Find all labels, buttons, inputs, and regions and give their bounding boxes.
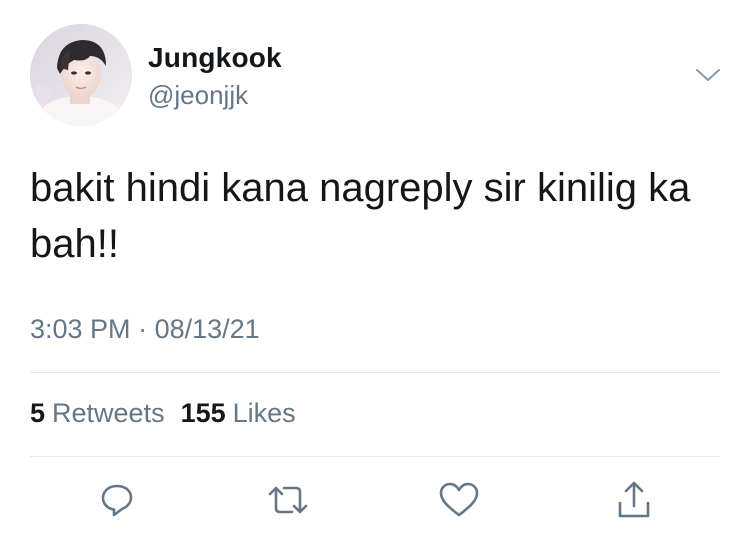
reply-button[interactable]	[91, 474, 143, 526]
retweets-count: 5	[30, 398, 46, 428]
retweets-stat[interactable]: 5 Retweets	[30, 398, 165, 429]
retweet-button[interactable]	[262, 474, 314, 526]
retweets-label: Retweets	[52, 398, 165, 428]
chevron-down-icon	[696, 69, 720, 81]
like-button[interactable]	[433, 474, 485, 526]
tweet-timestamp[interactable]: 3:03 PM · 08/13/21	[30, 314, 260, 345]
tweet-stats: 5 Retweets 155 Likes	[30, 398, 296, 429]
likes-label: Likes	[232, 398, 296, 428]
likes-stat[interactable]: 155 Likes	[181, 398, 296, 429]
timestamp-separator: ·	[138, 314, 148, 344]
divider-bottom	[30, 456, 720, 457]
avatar-image	[30, 24, 132, 126]
tweet-card: Jungkook @jeonjjk bakit hindi kana nagre…	[0, 0, 750, 545]
tweet-text: bakit hindi kana nagreply sir kinilig ka…	[30, 166, 691, 266]
tweet-time: 3:03 PM	[30, 314, 131, 344]
tweet-date: 08/13/21	[154, 314, 260, 344]
share-button[interactable]	[608, 474, 660, 526]
avatar[interactable]	[30, 24, 132, 126]
more-options-button[interactable]	[692, 62, 724, 88]
divider-top	[30, 372, 720, 373]
retweet-icon	[268, 486, 308, 514]
user-handle[interactable]: @jeonjjk	[148, 80, 248, 111]
heart-icon	[439, 482, 479, 517]
user-name[interactable]: Jungkook	[148, 42, 282, 74]
likes-count: 155	[180, 398, 226, 428]
reply-icon	[101, 484, 133, 517]
share-icon	[618, 481, 650, 518]
